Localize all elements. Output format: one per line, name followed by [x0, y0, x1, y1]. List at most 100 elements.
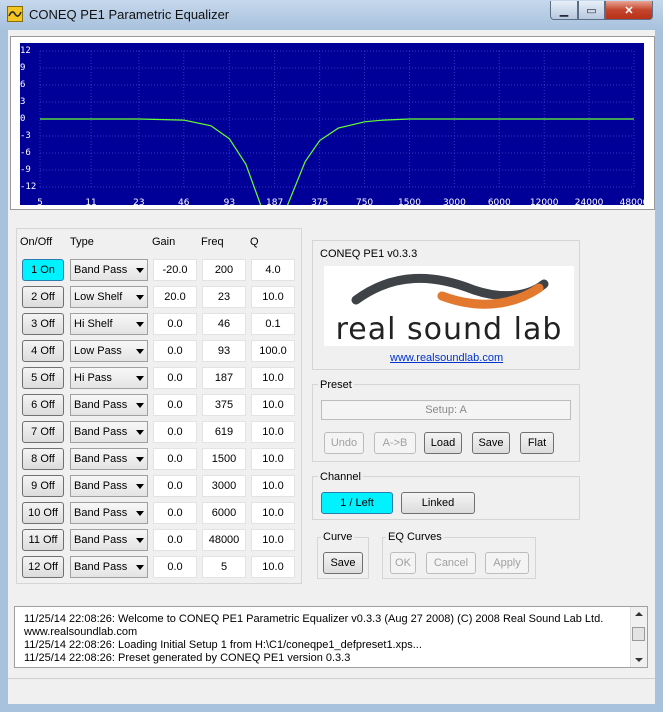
band-freq-field[interactable]: 200 [202, 259, 246, 281]
band-freq-field[interactable]: 46 [202, 313, 246, 335]
band-q-field[interactable]: 10.0 [251, 556, 295, 578]
y-tick-label: 6 [20, 80, 26, 90]
band-row: 4 Off Low Pass 0.0 93 100.0 [22, 339, 300, 363]
band-gain-field[interactable]: 0.0 [153, 394, 197, 416]
band-type-select[interactable]: Low Pass [70, 340, 148, 362]
band-toggle-button[interactable]: 6 Off [22, 394, 64, 416]
band-type-select[interactable]: Band Pass [70, 556, 148, 578]
band-type-select[interactable]: Band Pass [70, 394, 148, 416]
band-freq-field[interactable]: 5 [202, 556, 246, 578]
band-type-select[interactable]: Band Pass [70, 259, 148, 281]
band-toggle-button[interactable]: 1 On [22, 259, 64, 281]
x-tick-label: 11 [85, 198, 97, 208]
scroll-up-icon[interactable] [635, 612, 643, 616]
band-toggle-button[interactable]: 11 Off [22, 529, 64, 551]
band-gain-field[interactable]: 20.0 [153, 286, 197, 308]
maximize-button[interactable]: ▭ [578, 1, 605, 20]
linked-button[interactable]: Linked [401, 492, 475, 514]
flat-button[interactable]: Flat [520, 432, 554, 454]
band-type-value: Low Shelf [74, 291, 123, 303]
a-to-b-button[interactable]: A->B [374, 432, 416, 454]
title-bar[interactable]: CONEQ PE1 Parametric Equalizer ▁ ▭ ✕ [0, 0, 663, 28]
band-type-value: Low Pass [74, 345, 122, 357]
x-tick-label: 48000 [619, 198, 649, 208]
band-row: 5 Off Hi Pass 0.0 187 10.0 [22, 366, 300, 390]
band-freq-field[interactable]: 187 [202, 367, 246, 389]
message-log[interactable]: 11/25/14 22:08:26: Welcome to CONEQ PE1 … [14, 606, 648, 668]
band-q-field[interactable]: 100.0 [251, 340, 295, 362]
y-tick-label: 12 [20, 46, 31, 56]
band-toggle-button[interactable]: 5 Off [22, 367, 64, 389]
band-freq-field[interactable]: 375 [202, 394, 246, 416]
band-gain-field[interactable]: 0.0 [153, 421, 197, 443]
band-type-select[interactable]: Band Pass [70, 502, 148, 524]
band-q-field[interactable]: 4.0 [251, 259, 295, 281]
band-toggle-button[interactable]: 10 Off [22, 502, 64, 524]
band-type-select[interactable]: Band Pass [70, 448, 148, 470]
load-button[interactable]: Load [424, 432, 462, 454]
band-q-field[interactable]: 10.0 [251, 367, 295, 389]
preset-save-button[interactable]: Save [472, 432, 510, 454]
band-type-value: Band Pass [74, 534, 128, 546]
channel-left-button[interactable]: 1 / Left [321, 492, 393, 514]
eq-ok-button[interactable]: OK [390, 552, 416, 574]
band-q-field[interactable]: 0.1 [251, 313, 295, 335]
log-scrollbar[interactable] [630, 607, 647, 667]
band-gain-field[interactable]: 0.0 [153, 502, 197, 524]
x-tick-label: 187 [266, 198, 284, 208]
curve-save-button[interactable]: Save [323, 552, 363, 574]
x-tick-label: 1500 [398, 198, 421, 208]
band-toggle-button[interactable]: 2 Off [22, 286, 64, 308]
band-freq-field[interactable]: 1500 [202, 448, 246, 470]
eq-cancel-button[interactable]: Cancel [426, 552, 476, 574]
band-gain-field[interactable]: -20.0 [153, 259, 197, 281]
undo-button[interactable]: Undo [324, 432, 364, 454]
band-type-select[interactable]: Band Pass [70, 529, 148, 551]
minimize-button[interactable]: ▁ [550, 1, 578, 20]
band-type-select[interactable]: Band Pass [70, 421, 148, 443]
x-tick-label: 750 [355, 198, 374, 208]
band-toggle-button[interactable]: 3 Off [22, 313, 64, 335]
band-freq-field[interactable]: 619 [202, 421, 246, 443]
band-q-field[interactable]: 10.0 [251, 502, 295, 524]
scroll-thumb[interactable] [632, 627, 645, 641]
band-q-field[interactable]: 10.0 [251, 394, 295, 416]
band-toggle-button[interactable]: 4 Off [22, 340, 64, 362]
chevron-down-icon [136, 349, 144, 354]
band-gain-field[interactable]: 0.0 [153, 367, 197, 389]
band-gain-field[interactable]: 0.0 [153, 448, 197, 470]
band-freq-field[interactable]: 48000 [202, 529, 246, 551]
scroll-down-icon[interactable] [635, 658, 643, 662]
website-link[interactable]: www.realsoundlab.com [390, 352, 503, 364]
chevron-down-icon [136, 268, 144, 273]
close-button[interactable]: ✕ [605, 1, 653, 20]
band-toggle-button[interactable]: 12 Off [22, 556, 64, 578]
band-type-select[interactable]: Hi Pass [70, 367, 148, 389]
header-onoff: On/Off [20, 236, 53, 248]
band-toggle-button[interactable]: 8 Off [22, 448, 64, 470]
band-toggle-button[interactable]: 7 Off [22, 421, 64, 443]
band-type-select[interactable]: Hi Shelf [70, 313, 148, 335]
band-q-field[interactable]: 10.0 [251, 529, 295, 551]
band-gain-field[interactable]: 0.0 [153, 340, 197, 362]
band-q-field[interactable]: 10.0 [251, 421, 295, 443]
band-gain-field[interactable]: 0.0 [153, 475, 197, 497]
band-q-field[interactable]: 10.0 [251, 448, 295, 470]
band-freq-field[interactable]: 6000 [202, 502, 246, 524]
band-type-select[interactable]: Low Shelf [70, 286, 148, 308]
app-icon[interactable] [7, 6, 23, 22]
band-freq-field[interactable]: 93 [202, 340, 246, 362]
band-freq-field[interactable]: 23 [202, 286, 246, 308]
band-toggle-button[interactable]: 9 Off [22, 475, 64, 497]
setup-field[interactable]: Setup: A [321, 400, 571, 420]
band-freq-field[interactable]: 3000 [202, 475, 246, 497]
band-q-field[interactable]: 10.0 [251, 475, 295, 497]
x-tick-label: 375 [311, 198, 329, 208]
band-gain-field[interactable]: 0.0 [153, 556, 197, 578]
band-gain-field[interactable]: 0.0 [153, 313, 197, 335]
window-title: CONEQ PE1 Parametric Equalizer [29, 7, 230, 22]
band-gain-field[interactable]: 0.0 [153, 529, 197, 551]
eq-apply-button[interactable]: Apply [485, 552, 529, 574]
band-q-field[interactable]: 10.0 [251, 286, 295, 308]
band-type-select[interactable]: Band Pass [70, 475, 148, 497]
